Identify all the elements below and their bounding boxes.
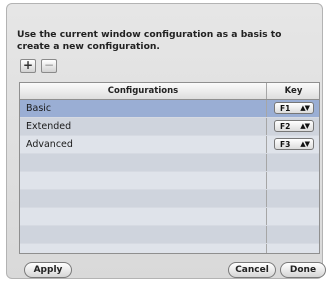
configuration-name: Extended xyxy=(26,121,72,132)
empty-table-row xyxy=(20,208,319,226)
key-popup-value: F2 xyxy=(280,122,291,131)
column-divider xyxy=(266,208,267,225)
instruction-text: Use the current window configuration as … xyxy=(17,29,282,52)
column-divider xyxy=(266,136,267,153)
empty-table-row xyxy=(20,172,319,190)
table-body: Basic F1 ▲▼ Extended F2 ▲▼ Advanced F3 ▲▼ xyxy=(20,100,319,253)
apply-button[interactable]: Apply xyxy=(24,262,72,278)
empty-table-row xyxy=(20,154,319,172)
popup-arrows-icon: ▲▼ xyxy=(300,140,310,148)
column-header-key[interactable]: Key xyxy=(266,83,319,99)
column-divider xyxy=(266,118,267,135)
configurations-table: Configurations Key Basic F1 ▲▼ Extended F2 ▲▼… xyxy=(19,82,320,254)
key-popup[interactable]: F3 ▲▼ xyxy=(274,138,314,150)
popup-arrows-icon: ▲▼ xyxy=(300,122,310,130)
column-divider xyxy=(266,244,267,253)
key-popup-value: F3 xyxy=(280,140,291,149)
table-row[interactable]: Basic F1 ▲▼ xyxy=(20,100,319,118)
empty-table-row xyxy=(20,226,319,244)
column-divider xyxy=(266,100,267,117)
key-popup-value: F1 xyxy=(280,104,291,113)
column-divider xyxy=(266,190,267,207)
table-row[interactable]: Advanced F3 ▲▼ xyxy=(20,136,319,154)
key-popup[interactable]: F2 ▲▼ xyxy=(274,120,314,132)
add-configuration-button[interactable]: + xyxy=(20,59,36,73)
configuration-name: Basic xyxy=(26,103,52,114)
minus-icon: − xyxy=(43,58,55,72)
column-divider xyxy=(266,226,267,243)
cancel-button[interactable]: Cancel xyxy=(228,262,276,278)
table-row[interactable]: Extended F2 ▲▼ xyxy=(20,118,319,136)
plus-icon: + xyxy=(22,58,34,72)
remove-configuration-button[interactable]: − xyxy=(41,59,57,73)
window-configurations-dialog: Use the current window configuration as … xyxy=(6,3,326,279)
column-header-configurations[interactable]: Configurations xyxy=(20,83,266,99)
configuration-name: Advanced xyxy=(26,139,73,150)
done-button[interactable]: Done xyxy=(280,262,326,278)
popup-arrows-icon: ▲▼ xyxy=(300,104,310,112)
column-divider xyxy=(266,172,267,189)
key-popup[interactable]: F1 ▲▼ xyxy=(274,102,314,114)
table-header: Configurations Key xyxy=(20,83,319,100)
column-divider xyxy=(266,154,267,171)
empty-table-row xyxy=(20,244,319,253)
empty-table-row xyxy=(20,190,319,208)
